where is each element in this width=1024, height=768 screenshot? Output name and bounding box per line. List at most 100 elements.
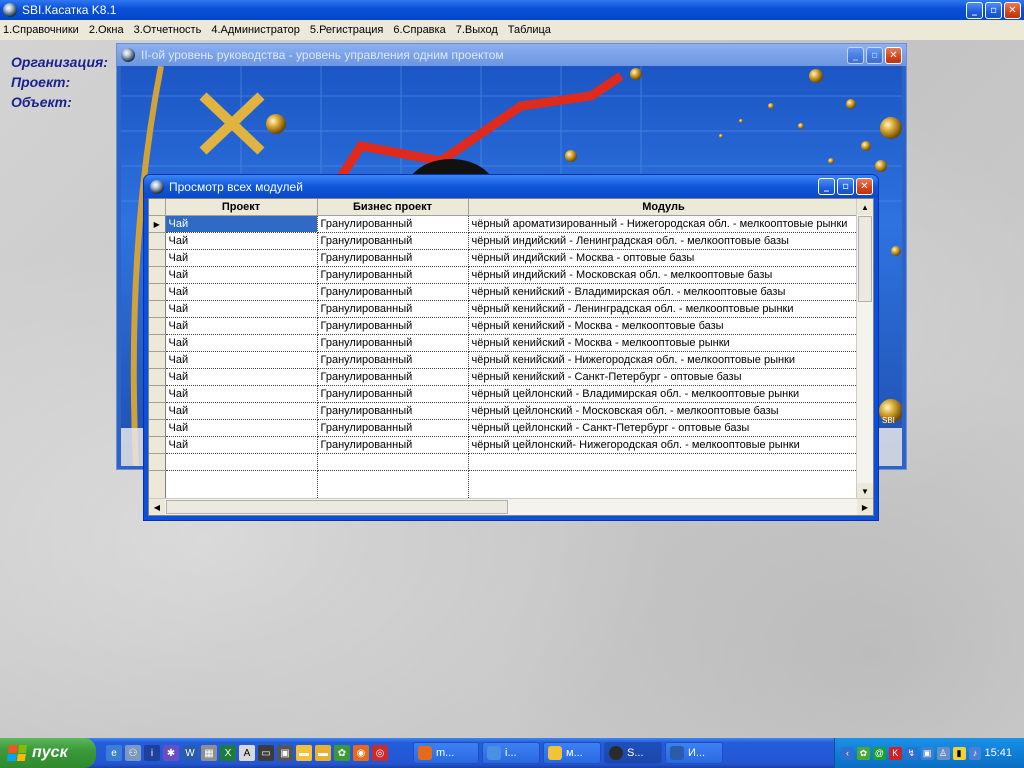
cell-module[interactable]: чёрный цейлонский - Владимирская обл. - … (468, 385, 860, 403)
gear-icon[interactable]: ✱ (163, 745, 179, 761)
cell-project[interactable]: Чай (165, 436, 318, 454)
cell-module[interactable]: чёрный ароматизированный - Нижегородская… (468, 215, 860, 233)
flower-icon[interactable]: ✿ (334, 745, 350, 761)
cell-module[interactable]: чёрный цейлонский- Нижегородская обл. - … (468, 436, 860, 454)
cell-project[interactable]: Чай (165, 283, 318, 301)
cell-business-project[interactable]: Гранулированный (317, 351, 469, 369)
cell-empty[interactable] (317, 453, 469, 471)
ie-icon[interactable]: e (106, 745, 122, 761)
modules-maximize-button[interactable]: ▫ (837, 178, 854, 195)
table-row[interactable]: Чай Гранулированный чёрный кенийский - Мос… (149, 334, 860, 352)
table-row[interactable]: Чай Гранулированный чёрный кенийский - Мос… (149, 317, 860, 335)
cell-module[interactable]: чёрный цейлонский - Санкт-Петербург - оп… (468, 419, 860, 437)
font-icon[interactable]: A (239, 745, 255, 761)
info-icon[interactable]: i (144, 745, 160, 761)
cell-business-project[interactable]: Гранулированный (317, 249, 469, 267)
cell-project[interactable]: Чай (165, 419, 318, 437)
screen-icon[interactable]: ▭ (258, 745, 274, 761)
task-button-firefox[interactable]: m... (413, 742, 479, 764)
cell-business-project[interactable]: Гранулированный (317, 232, 469, 250)
table-row[interactable]: Чай Гранулированный чёрный цейлонский- Ниж… (149, 436, 860, 454)
opera-icon[interactable]: ◎ (372, 745, 388, 761)
cell-module[interactable]: чёрный кенийский - Санкт-Петербург - опт… (468, 368, 860, 386)
cell-empty[interactable] (468, 453, 860, 471)
cell-project[interactable]: Чай (165, 300, 318, 318)
cell-business-project[interactable]: Гранулированный (317, 368, 469, 386)
cell-business-project[interactable]: Гранулированный (317, 402, 469, 420)
cell-module[interactable]: чёрный индийский - Ленинградская обл. - … (468, 232, 860, 250)
bg-close-button[interactable]: ✕ (885, 47, 902, 64)
clock[interactable]: 15:41 (984, 747, 1012, 759)
column-header-module[interactable]: Модуль (468, 199, 860, 216)
cell-module[interactable]: чёрный кенийский - Москва - мелкооптовые… (468, 334, 860, 352)
modules-grid[interactable]: Проект Бизнес проект Модуль ▶ Чай Гранулир… (148, 198, 874, 516)
scroll-up-arrow-icon[interactable]: ▲ (857, 199, 873, 215)
firefox-icon[interactable]: ◉ (353, 745, 369, 761)
vertical-scrollbar[interactable]: ▲ ▼ (856, 199, 873, 499)
tray-green-icon[interactable]: ✿ (856, 746, 870, 760)
column-header-business-project[interactable]: Бизнес проект (317, 199, 469, 216)
bg-minimize-button[interactable]: _ (847, 47, 864, 64)
cell-module[interactable]: чёрный кенийский - Владимирская обл. - м… (468, 283, 860, 301)
tray-k-icon[interactable]: K (888, 746, 902, 760)
cell-business-project[interactable]: Гранулированный (317, 283, 469, 301)
cell-business-project[interactable]: Гранулированный (317, 215, 469, 233)
table-row[interactable]: Чай Гранулированный чёрный цейлонский - Са… (149, 419, 860, 437)
bg-maximize-button[interactable]: ▫ (866, 47, 883, 64)
menu-item-windows[interactable]: 2.Окна (89, 24, 124, 36)
menu-item-reports[interactable]: 3.Отчетность (134, 24, 202, 36)
cell-business-project[interactable]: Гранулированный (317, 419, 469, 437)
table-row[interactable]: Чай Гранулированный чёрный кенийский - Сан… (149, 368, 860, 386)
task-button-sbi[interactable]: S... (604, 742, 662, 764)
start-button[interactable]: пуск (0, 738, 96, 768)
scroll-left-arrow-icon[interactable]: ◀ (149, 499, 165, 515)
menu-item-references[interactable]: 1.Справочники (3, 24, 79, 36)
modules-minimize-button[interactable]: _ (818, 178, 835, 195)
cell-project[interactable]: Чай (165, 402, 318, 420)
cell-module[interactable]: чёрный кенийский - Нижегородская обл. - … (468, 351, 860, 369)
cell-empty[interactable] (165, 453, 318, 471)
table-row-empty[interactable] (149, 453, 860, 471)
close-button[interactable]: ✕ (1004, 2, 1021, 19)
vertical-scroll-thumb[interactable] (858, 216, 872, 302)
table-row[interactable]: ▶ Чай Гранулированный чёрный ароматизирован… (149, 215, 860, 233)
cell-business-project[interactable]: Гранулированный (317, 317, 469, 335)
cell-business-project[interactable]: Гранулированный (317, 266, 469, 284)
table-row[interactable]: Чай Гранулированный чёрный цейлонский - Вл… (149, 385, 860, 403)
table-row[interactable]: Чай Гранулированный чёрный кенийский - Лен… (149, 300, 860, 318)
tray-network-icon[interactable]: ▣ (920, 746, 934, 760)
horizontal-scroll-thumb[interactable] (166, 500, 508, 514)
cell-business-project[interactable]: Гранулированный (317, 300, 469, 318)
tray-user-icon[interactable]: ♙ (936, 746, 950, 760)
table-row[interactable]: Чай Гранулированный чёрный кенийский - Вла… (149, 283, 860, 301)
menu-item-help[interactable]: 6.Справка (393, 24, 445, 36)
task-button-folder[interactable]: м... (543, 742, 601, 764)
tray-battery-icon[interactable]: ▮ (952, 746, 966, 760)
scroll-down-arrow-icon[interactable]: ▼ (857, 483, 873, 499)
menu-item-exit[interactable]: 7.Выход (456, 24, 498, 36)
cell-project[interactable]: Чай (165, 215, 318, 233)
cell-project[interactable]: Чай (165, 368, 318, 386)
word-icon[interactable]: W (182, 745, 198, 761)
task-button-word[interactable]: И... (665, 742, 723, 764)
tray-at-icon[interactable]: @ (872, 746, 886, 760)
menu-item-admin[interactable]: 4.Администратор (211, 24, 300, 36)
network-icon[interactable]: ⚇ (125, 745, 141, 761)
folder-icon[interactable]: ▬ (315, 745, 331, 761)
horizontal-scrollbar[interactable]: ◀ ▶ (149, 498, 873, 515)
cell-module[interactable]: чёрный кенийский - Москва - мелкооптовые… (468, 317, 860, 335)
task-button-ie[interactable]: i... (482, 742, 540, 764)
modules-close-button[interactable]: ✕ (856, 178, 873, 195)
cell-project[interactable]: Чай (165, 232, 318, 250)
table-row[interactable]: Чай Гранулированный чёрный индийский - Мос… (149, 249, 860, 267)
tray-arrows-icon[interactable]: ↯ (904, 746, 918, 760)
cell-project[interactable]: Чай (165, 351, 318, 369)
table-row[interactable]: Чай Гранулированный чёрный индийский - Мос… (149, 266, 860, 284)
tray-expand-icon[interactable]: ‹ (841, 746, 854, 760)
excel-icon[interactable]: X (220, 745, 236, 761)
cell-module[interactable]: чёрный индийский - Москва - оптовые базы (468, 249, 860, 267)
cell-module[interactable]: чёрный индийский - Московская обл. - мел… (468, 266, 860, 284)
column-header-project[interactable]: Проект (165, 199, 318, 216)
menu-item-table[interactable]: Таблица (508, 24, 551, 36)
cell-project[interactable]: Чай (165, 317, 318, 335)
